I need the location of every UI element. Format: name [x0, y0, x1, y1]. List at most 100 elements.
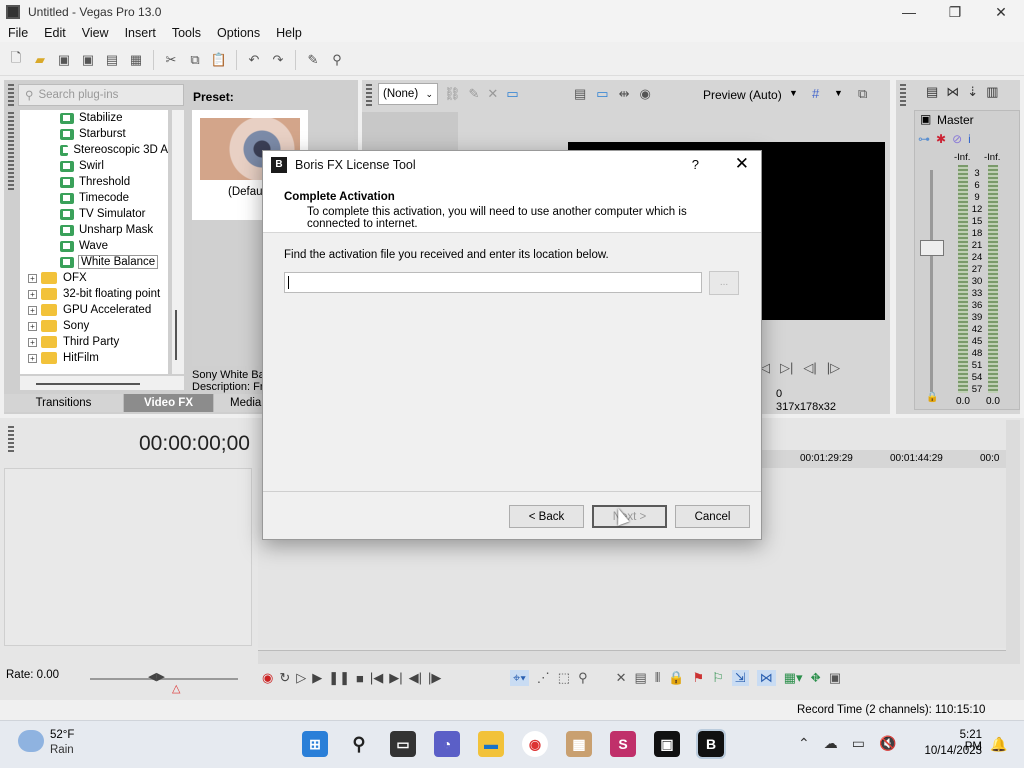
master-fader-handle[interactable] — [920, 240, 944, 256]
tree-folder-hitfilm[interactable]: + HitFilm — [20, 350, 168, 366]
event-pan-crop-icon[interactable]: ▣ — [829, 670, 841, 686]
timeline-horizontal-scrollbar[interactable] — [258, 650, 1006, 664]
maximize-button[interactable]: ❐ — [932, 0, 978, 24]
next-frame-icon[interactable]: |▶ — [428, 670, 441, 686]
weather-temperature[interactable]: 52°F — [50, 729, 74, 741]
close-button[interactable]: ✕ — [978, 0, 1024, 24]
expand-icon[interactable]: + — [28, 353, 37, 363]
tree-item-swirl[interactable]: Swirl — [20, 158, 168, 174]
tree-folder-32bit[interactable]: +32-bit floating point — [20, 286, 168, 302]
region-icon[interactable]: ⚐ — [712, 670, 724, 686]
record-icon[interactable]: ◉ — [262, 670, 273, 686]
tree-item-white-balance[interactable]: White Balance — [20, 254, 168, 270]
next-button[interactable]: Next > — [592, 505, 667, 528]
tree-item-stabilize[interactable]: Stabilize — [20, 110, 168, 126]
notification-bell-icon[interactable]: 🔔 — [990, 736, 1007, 753]
trim-icon[interactable]: ▤ — [635, 670, 647, 686]
expand-icon[interactable]: + — [28, 321, 37, 331]
go-to-end-icon[interactable]: ▶| — [389, 670, 402, 686]
mute-speaker-icon[interactable]: 🔇 — [879, 735, 896, 752]
clock-date[interactable]: 10/14/2023 — [920, 745, 982, 757]
panel-grip[interactable] — [8, 426, 14, 452]
back-button[interactable]: < Back — [509, 505, 584, 528]
expand-icon[interactable]: + — [28, 337, 37, 347]
pause-icon[interactable]: ❚❚ — [328, 670, 350, 686]
tree-folder-gpu[interactable]: + GPU Accelerated — [20, 302, 168, 318]
redo-icon[interactable]: ↷ — [267, 49, 289, 71]
expand-icon[interactable]: + — [28, 273, 37, 283]
open-folder-icon[interactable]: ▰ — [29, 49, 51, 71]
marker-icon[interactable]: ⚑ — [692, 670, 704, 686]
panel-grip[interactable] — [8, 112, 14, 192]
selection-tool-icon[interactable]: ⬚ — [558, 670, 570, 686]
save-icon[interactable]: ▣ — [53, 49, 75, 71]
stop-icon[interactable]: ■ — [356, 671, 364, 686]
downmix-icon[interactable]: ⋈ — [946, 84, 959, 100]
expand-icon[interactable]: + — [28, 305, 37, 315]
teams-chat-icon[interactable]: ◔ — [434, 731, 460, 757]
split-preview-icon[interactable]: ⇹ — [619, 86, 630, 102]
play-icon[interactable]: ▶ — [312, 670, 322, 686]
copy-snapshot-icon[interactable]: ⧉ — [858, 86, 867, 102]
cancel-button[interactable]: Cancel — [675, 505, 750, 528]
tree-item-unsharp-mask[interactable]: Unsharp Mask — [20, 222, 168, 238]
fast-forward-icon[interactable]: |▷ — [827, 360, 840, 376]
file-explorer-icon[interactable]: ▬ — [478, 731, 504, 757]
panel-grip[interactable] — [900, 84, 906, 106]
grid-overlay-icon[interactable]: # — [812, 86, 819, 101]
mixer-properties-icon[interactable]: ▤ — [926, 84, 938, 100]
boris-fx-taskbar-icon[interactable]: B — [696, 729, 726, 759]
menu-view[interactable]: View — [74, 26, 117, 40]
info-icon[interactable]: i — [968, 132, 971, 146]
paste-icon[interactable]: 📋 — [208, 49, 230, 71]
fx-selector-dropdown[interactable]: (None) ⌄ — [378, 83, 438, 105]
master-fx-icon[interactable]: ✱ — [936, 132, 946, 146]
chevron-down-icon[interactable]: ▼ — [834, 88, 843, 98]
undo-icon[interactable]: ↶ — [243, 49, 265, 71]
activation-file-path-input[interactable] — [284, 272, 702, 293]
new-file-icon[interactable]: 🗋 — [5, 49, 27, 71]
preview-properties-icon[interactable]: ▤ — [574, 86, 586, 102]
tree-item-wave[interactable]: Wave — [20, 238, 168, 254]
start-button-icon[interactable]: ⊞ — [302, 731, 328, 757]
browse-button[interactable]: ... — [709, 271, 739, 295]
tree-folder-third-party[interactable]: + Third Party — [20, 334, 168, 350]
split-screen-icon[interactable]: ▭ — [506, 86, 518, 102]
auto-ripple-icon[interactable]: ⇲ — [731, 670, 749, 686]
menu-options[interactable]: Options — [209, 26, 268, 40]
tree-item-timecode[interactable]: Timecode — [20, 190, 168, 206]
save-as-icon[interactable]: ▣ — [77, 49, 99, 71]
tree-item-stereoscopic[interactable]: Stereoscopic 3D A — [20, 142, 168, 158]
properties-icon[interactable]: ▦ — [125, 49, 147, 71]
tab-transitions[interactable]: Transitions — [4, 394, 124, 412]
copy-icon[interactable]: ⧉ — [184, 49, 206, 71]
delete-icon[interactable]: ✕ — [616, 670, 627, 686]
event-grouping-icon[interactable]: ▦▾ — [784, 670, 803, 686]
external-monitor-icon[interactable]: ▭ — [596, 86, 608, 102]
tree-item-tv-simulator[interactable]: TV Simulator — [20, 206, 168, 222]
onedrive-icon[interactable]: ☁ — [824, 735, 838, 752]
expand-icon[interactable]: + — [28, 289, 37, 299]
menu-help[interactable]: Help — [268, 26, 310, 40]
chevron-up-icon[interactable]: ⌃ — [798, 735, 810, 752]
go-to-start-icon[interactable]: |◀ — [370, 670, 383, 686]
fx-routing-icon[interactable]: ⊶ — [918, 132, 930, 146]
tree-horizontal-scrollbar[interactable] — [20, 376, 184, 390]
loop-icon[interactable]: ↻ — [279, 670, 290, 686]
enable-snapping-icon[interactable]: ✎ — [302, 49, 324, 71]
normal-edit-tool-icon[interactable]: ⌖▾ — [510, 670, 529, 686]
split-icon[interactable]: ⫴ — [655, 670, 660, 686]
menu-tools[interactable]: Tools — [164, 26, 209, 40]
next-frame-icon[interactable]: ▷| — [780, 360, 793, 376]
tree-vertical-scrollbar[interactable] — [172, 110, 184, 374]
fx-plug-icon[interactable]: ✎ — [469, 86, 480, 102]
rewind-icon[interactable]: ◁| — [803, 360, 816, 376]
menu-edit[interactable]: Edit — [36, 26, 74, 40]
dialog-close-button[interactable]: ✕ — [735, 154, 749, 174]
preview-quality-dropdown[interactable]: Preview (Auto) — [703, 88, 782, 102]
display-icon[interactable]: ▭ — [852, 735, 865, 752]
task-view-icon[interactable]: ▭ — [390, 731, 416, 757]
lock-icon[interactable]: 🔒 — [926, 392, 938, 403]
cut-icon[interactable]: ✂ — [160, 49, 182, 71]
help-button[interactable]: ? — [692, 157, 699, 172]
